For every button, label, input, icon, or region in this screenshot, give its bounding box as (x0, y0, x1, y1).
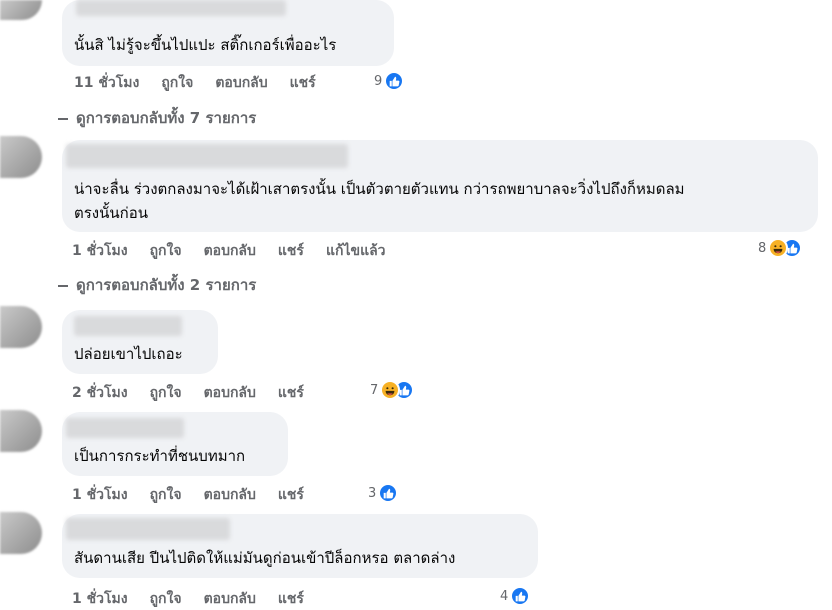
like-reaction-icon (378, 483, 399, 503)
reaction-count: 7 (370, 382, 379, 398)
comment-time[interactable]: 1 ชั่วโมง (72, 588, 128, 610)
comment-bubble: นั้นสิ ไม่รู้จะขึ้นไปแปะ สติ๊กเกอร์เพื่อ… (62, 0, 394, 66)
view-replies-link[interactable]: ดูการตอบกลับทั้ง 7 รายการ (58, 106, 256, 130)
reaction-summary[interactable]: 7 (370, 380, 415, 400)
share-action[interactable]: แชร์ (290, 72, 316, 94)
share-action[interactable]: แชร์ (278, 484, 304, 506)
reply-action[interactable]: ตอบกลับ (204, 382, 256, 404)
commenter-name-redacted[interactable] (74, 316, 182, 336)
share-action[interactable]: แชร์ (278, 240, 304, 262)
reaction-summary[interactable]: 3 (368, 483, 399, 503)
reaction-summary[interactable]: 8 (758, 238, 803, 258)
view-replies-link[interactable]: ดูการตอบกลับทั้ง 2 รายการ (58, 273, 256, 297)
reaction-summary[interactable]: 4 (500, 586, 531, 606)
comment-text: ปล่อยเขาไปเถอะ (74, 345, 183, 363)
comment-bubble: น่าจะลื่น ร่วงตกลงมาจะได้เฝ้าเสาตรงนั้น … (62, 140, 818, 232)
like-reaction-icon (510, 586, 531, 606)
share-action[interactable]: แชร์ (278, 588, 304, 610)
reply-action[interactable]: ตอบกลับ (204, 484, 256, 506)
commenter-avatar[interactable] (0, 512, 42, 554)
like-action[interactable]: ถูกใจ (150, 240, 182, 262)
reply-thread-line (58, 285, 68, 287)
comment-actions: 1 ชั่วโมง ถูกใจ ตอบกลับ แชร์ (72, 484, 326, 506)
comment-actions: 1 ชั่วโมง ถูกใจ ตอบกลับ แชร์ (72, 588, 326, 610)
comment-text: เป็นการกระทำที่ชนบทมาก (74, 447, 246, 465)
like-action[interactable]: ถูกใจ (150, 588, 182, 610)
view-replies-label: ดูการตอบกลับทั้ง 7 รายการ (76, 109, 257, 127)
comment-bubble: ปล่อยเขาไปเถอะ (62, 310, 218, 374)
like-action[interactable]: ถูกใจ (161, 72, 193, 94)
reply-action[interactable]: ตอบกลับ (204, 240, 256, 262)
commenter-avatar[interactable] (0, 136, 42, 178)
commenter-avatar[interactable] (0, 410, 42, 452)
like-reaction-icon (384, 71, 405, 91)
like-action[interactable]: ถูกใจ (150, 484, 182, 506)
reaction-count: 4 (500, 588, 509, 604)
view-replies-label: ดูการตอบกลับทั้ง 2 รายการ (76, 276, 257, 294)
commenter-name-redacted[interactable] (76, 0, 286, 16)
commenter-avatar[interactable] (0, 306, 42, 348)
like-action[interactable]: ถูกใจ (150, 382, 182, 404)
edited-label[interactable]: แก้ไขแล้ว (326, 240, 386, 262)
comment-actions: 1 ชั่วโมง ถูกใจ ตอบกลับ แชร์ แก้ไขแล้ว (72, 240, 408, 262)
comment-time[interactable]: 1 ชั่วโมง (72, 484, 128, 506)
commenter-avatar[interactable] (0, 0, 42, 20)
comment-bubble: เป็นการกระทำที่ชนบทมาก (62, 412, 288, 476)
reply-action[interactable]: ตอบกลับ (204, 588, 256, 610)
comment-bubble: สันดานเสีย ปีนไปติดให้แม่มันดูก่อนเข้าปี… (62, 514, 538, 578)
reaction-count: 3 (368, 485, 377, 501)
comment-time[interactable]: 2 ชั่วโมง (72, 382, 128, 404)
comment-text: นั้นสิ ไม่รู้จะขึ้นไปแปะ สติ๊กเกอร์เพื่อ… (74, 36, 337, 54)
comment-time[interactable]: 11 ชั่วโมง (74, 72, 139, 94)
commenter-name-redacted[interactable] (66, 418, 184, 438)
comment-text: น่าจะลื่น ร่วงตกลงมาจะได้เฝ้าเสาตรงนั้น … (74, 180, 685, 198)
share-action[interactable]: แชร์ (278, 382, 304, 404)
comment-actions: 11 ชั่วโมง ถูกใจ ตอบกลับ แชร์ (74, 72, 338, 94)
reply-action[interactable]: ตอบกลับ (215, 72, 267, 94)
comment-text: สันดานเสีย ปีนไปติดให้แม่มันดูก่อนเข้าปี… (74, 549, 456, 567)
reaction-count: 9 (374, 73, 383, 89)
commenter-name-redacted[interactable] (66, 518, 230, 540)
commenter-name-redacted[interactable] (66, 144, 348, 168)
comment-actions: 2 ชั่วโมง ถูกใจ ตอบกลับ แชร์ (72, 382, 326, 404)
reaction-count: 8 (758, 240, 767, 256)
reply-thread-line (58, 118, 68, 120)
reaction-summary[interactable]: 9 (374, 71, 405, 91)
comment-text: ตรงนั้นก่อน (74, 204, 148, 222)
comment-time[interactable]: 1 ชั่วโมง (72, 240, 128, 262)
